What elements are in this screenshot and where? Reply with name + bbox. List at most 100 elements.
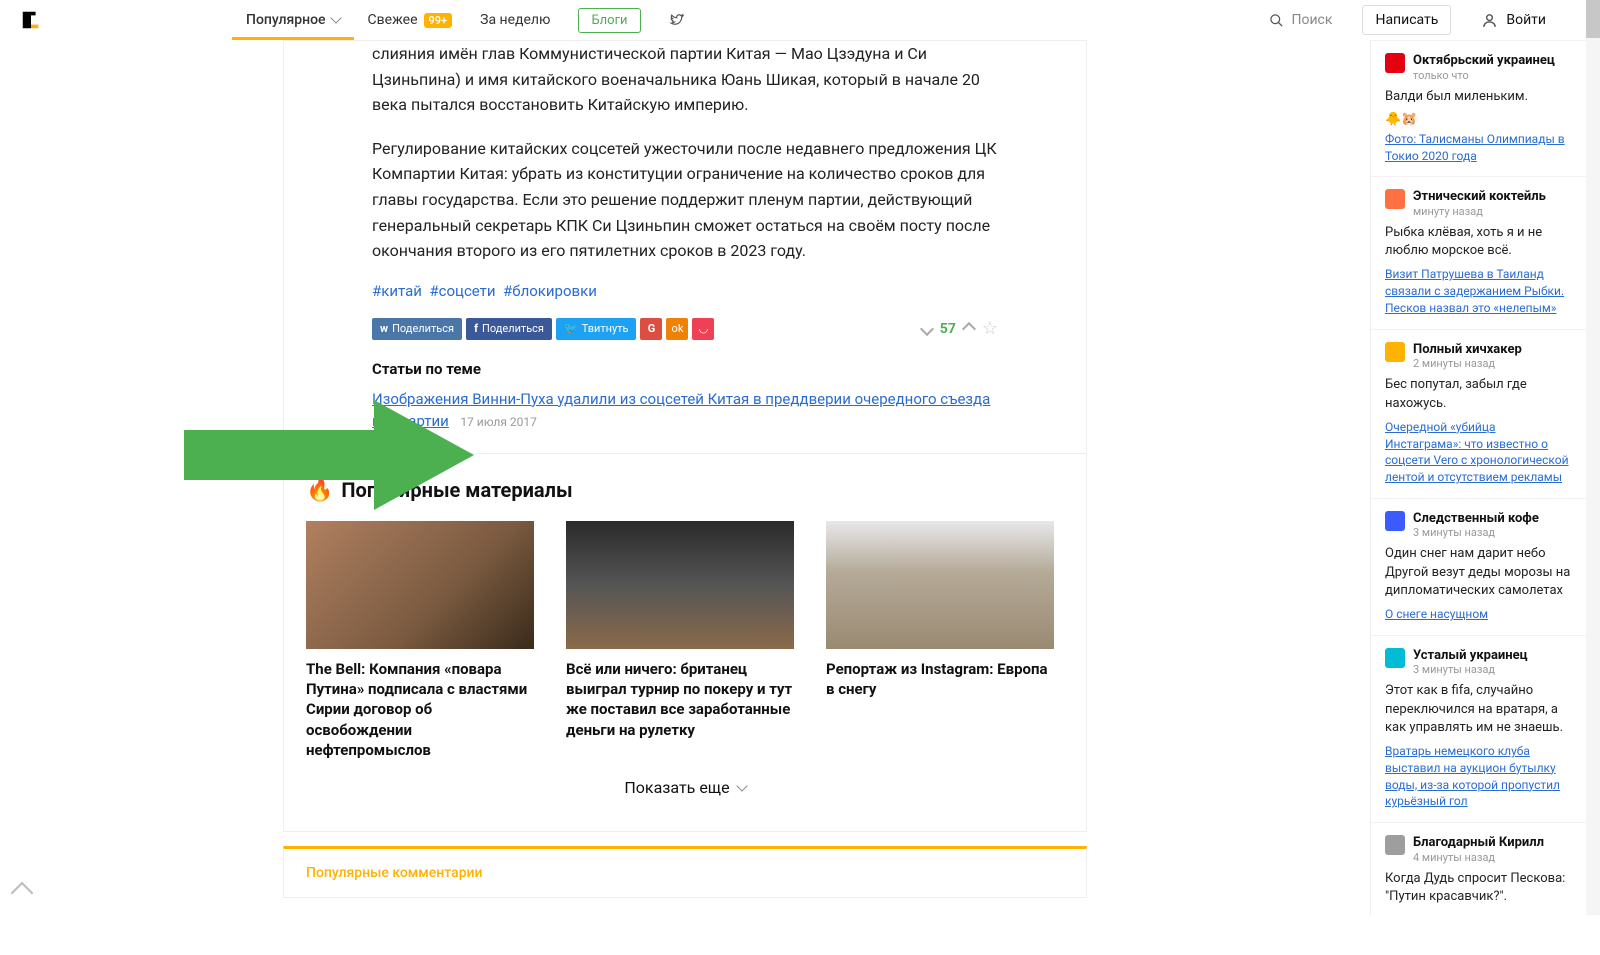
nav-blogs-label: Блоги	[578, 8, 640, 33]
feed-item[interactable]: Усталый украинец3 минуты назад Этот как в…	[1371, 635, 1586, 822]
tag-link[interactable]: #китай	[372, 282, 422, 300]
share-ok-button[interactable]: ok	[666, 318, 688, 340]
card-thumbnail	[566, 521, 794, 649]
share-pocket-button[interactable]: ◡	[692, 318, 714, 340]
feed-source-link[interactable]: О снеге насущном	[1385, 606, 1572, 623]
fresh-badge: 99+	[424, 13, 453, 28]
feed-avatar	[1385, 648, 1405, 668]
article-container: слияния имён глав Коммунистической парти…	[283, 40, 1087, 832]
comments-title: Популярные комментарии	[306, 865, 483, 881]
share-row: wПоделиться fПоделиться 🐦Твитнуть G ok ◡…	[372, 318, 998, 340]
nav-week-label: За неделю	[480, 12, 550, 28]
share-gplus-button[interactable]: G	[640, 318, 662, 340]
login-button[interactable]: Войти	[1481, 12, 1546, 29]
feed-user-name: Усталый украинец	[1413, 648, 1528, 664]
feed-avatar	[1385, 835, 1405, 855]
share-tw-button[interactable]: 🐦Твитнуть	[556, 318, 637, 340]
site-logo[interactable]	[20, 9, 42, 31]
top-nav: Популярное Свежее 99+ За неделю Блоги	[232, 0, 699, 40]
write-label: Написать	[1375, 12, 1438, 28]
popular-cards: The Bell: Компания «повара Путина» подпи…	[306, 521, 1064, 760]
nav-twitter[interactable]	[655, 0, 699, 40]
feed-avatar	[1385, 189, 1405, 209]
vote-down-button[interactable]	[920, 322, 934, 336]
feed-item[interactable]: Следственный кофе3 минуты назад Один снег…	[1371, 498, 1586, 635]
related-date: 17 июля 2017	[460, 415, 537, 429]
feed-time: 2 минуты назад	[1413, 357, 1522, 370]
popular-title: Популярные материалы	[341, 478, 572, 502]
nav-fresh-label: Свежее	[368, 12, 418, 28]
feed-time: 3 минуты назад	[1413, 526, 1539, 539]
show-more-label: Показать еще	[624, 778, 729, 797]
feed-user-name: Этнический коктейль	[1413, 189, 1546, 205]
bookmark-star-icon[interactable]: ☆	[982, 318, 998, 339]
feed-source-link[interactable]: Фото: Талисманы Олимпиады в Токио 2020 г…	[1385, 131, 1572, 165]
feed-body: Когда Дудь спросит Пескова: "Путин краса…	[1385, 870, 1572, 906]
feed-item[interactable]: Полный хичхакер2 минуты назад Бес попутал…	[1371, 329, 1586, 498]
feed-emoji: 🐥🐹	[1385, 112, 1572, 127]
user-icon	[1481, 12, 1498, 29]
nav-popular[interactable]: Популярное	[232, 0, 354, 40]
feed-item[interactable]: Октябрьский украинецтолько что Валди был …	[1371, 40, 1586, 176]
feed-user-name: Полный хичхакер	[1413, 342, 1522, 358]
feed-body: Этот как в fifa, случайно переключился н…	[1385, 682, 1572, 737]
share-fb-button[interactable]: fПоделиться	[466, 318, 552, 340]
feed-body: Один снег нам дарит небо Другой везут де…	[1385, 545, 1572, 600]
tag-link[interactable]: #соцсети	[429, 282, 495, 300]
live-feed[interactable]: Октябрьский украинецтолько что Валди был …	[1371, 40, 1586, 915]
show-more-button[interactable]: Показать еще	[306, 760, 1064, 807]
write-button[interactable]: Написать	[1362, 5, 1451, 35]
article-paragraph: Регулирование китайских соцсетей ужесточ…	[372, 136, 998, 264]
twitter-icon	[669, 13, 685, 27]
scrollbar-thumb[interactable]	[1586, 0, 1600, 38]
live-sidebar: Прямой эфир Октябрьский украинецтолько ч…	[1370, 0, 1586, 915]
feed-source-link[interactable]: Вратарь немецкого клуба выставил на аукц…	[1385, 743, 1572, 810]
share-vk-button[interactable]: wПоделиться	[372, 318, 462, 340]
feed-body: Рыбка клёвая, хоть я и не люблю морское …	[1385, 224, 1572, 260]
popular-card[interactable]: Репортаж из Instagram: Европа в снегу	[826, 521, 1054, 760]
comments-block: Популярные комментарии	[283, 846, 1087, 898]
feed-item[interactable]: Этнический коктейльминуту назад Рыбка клё…	[1371, 176, 1586, 328]
article-paragraph: слияния имён глав Коммунистической парти…	[372, 41, 998, 118]
feed-body: Валди был миленьким.	[1385, 88, 1572, 106]
tag-link[interactable]: #блокировки	[503, 282, 597, 300]
card-thumbnail	[306, 521, 534, 649]
popular-card[interactable]: Всё или ничего: британец выиграл турнир …	[566, 521, 794, 760]
login-label: Войти	[1506, 12, 1546, 28]
card-title: The Bell: Компания «повара Путина» подпи…	[306, 659, 534, 760]
popular-block: 🔥 Популярные материалы The Bell: Компани…	[284, 453, 1086, 831]
feed-time: минуту назад	[1413, 205, 1546, 218]
chevron-down-icon	[330, 12, 341, 23]
vote-block: 57 ☆	[922, 318, 998, 339]
feed-user-name: Благодарный Кирилл	[1413, 835, 1544, 851]
feed-body: Бес попутал, забыл где нахожусь.	[1385, 376, 1572, 412]
feed-source-link[interactable]: Визит Патрушева в Таиланд связали с заде…	[1385, 266, 1572, 316]
related-title: Статьи по теме	[372, 360, 998, 378]
card-title: Всё или ничего: британец выиграл турнир …	[566, 659, 794, 740]
feed-user-name: Октябрьский украинец	[1413, 53, 1555, 69]
vote-up-button[interactable]	[962, 322, 976, 336]
search-button[interactable]: Поиск	[1269, 12, 1333, 28]
feed-user-name: Следственный кофе	[1413, 511, 1539, 527]
nav-week[interactable]: За неделю	[466, 0, 564, 40]
feed-avatar	[1385, 53, 1405, 73]
chevron-down-icon	[736, 780, 747, 791]
vote-score: 57	[940, 321, 956, 337]
feed-source-link[interactable]: Очередной «убийца Инстаграма»: что извес…	[1385, 419, 1572, 486]
card-title: Репортаж из Instagram: Европа в снегу	[826, 659, 1054, 700]
flame-icon: 🔥	[306, 478, 333, 503]
feed-time: только что	[1413, 69, 1555, 82]
nav-blogs[interactable]: Блоги	[564, 0, 654, 40]
nav-popular-label: Популярное	[246, 12, 326, 28]
scrollbar-track[interactable]	[1586, 0, 1600, 915]
feed-time: 3 минуты назад	[1413, 663, 1528, 676]
top-header: Популярное Свежее 99+ За неделю Блоги По…	[0, 0, 1586, 40]
popular-card[interactable]: The Bell: Компания «повара Путина» подпи…	[306, 521, 534, 760]
popular-header: 🔥 Популярные материалы	[306, 478, 1064, 503]
nav-fresh[interactable]: Свежее 99+	[354, 0, 467, 40]
feed-time: 4 минуты назад	[1413, 851, 1544, 864]
feed-item[interactable]: Благодарный Кирилл4 минуты назад Когда Ду…	[1371, 822, 1586, 915]
card-thumbnail	[826, 521, 1054, 649]
feed-avatar	[1385, 342, 1405, 362]
feed-avatar	[1385, 511, 1405, 531]
